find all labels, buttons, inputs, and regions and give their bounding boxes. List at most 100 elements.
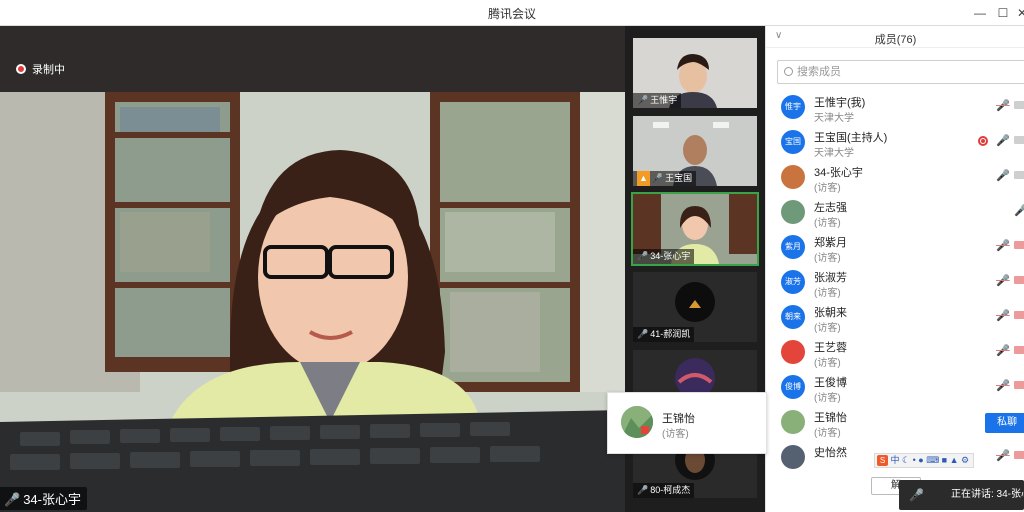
mic-muted-icon[interactable]: 🎤 [996, 239, 1010, 252]
member-hover-card: 王锦怡 (访客) [607, 392, 767, 454]
member-row[interactable]: 俊博 王俊博 (访客) 🎤 [766, 370, 1024, 405]
member-name: 34-张心宇 [814, 167, 863, 179]
member-org: (访客) [814, 288, 841, 299]
video-thumbnail-active[interactable]: 🎤 34-张心宇 [631, 192, 759, 266]
member-avatar: 朝来 [781, 305, 805, 329]
member-org: (访客) [814, 253, 841, 264]
member-name: 王宝国(主持人) [814, 132, 888, 144]
member-row[interactable]: 左志强 (访客) 🎤 [766, 195, 1024, 230]
video-thumbnail[interactable]: 🎤 41-郝润凯 [633, 272, 757, 342]
main-video[interactable]: 录制中 🎤 34-张心宇 [0, 26, 625, 512]
video-thumbnail[interactable]: 🎤 王惟宇 [633, 38, 757, 108]
recording-label: 录制中 [32, 64, 65, 76]
ime-toolbar[interactable]: S 中 ☾ • ● ⌨ ■ ▲ ⚙ [874, 453, 974, 468]
thumbnail-name: 34-张心宇 [650, 251, 691, 261]
member-avatar [781, 165, 805, 189]
speaker-name-tag: 🎤 34-张心宇 [0, 487, 87, 510]
mic-muted-icon[interactable]: 🎤 [996, 99, 1010, 112]
recording-indicator: 录制中 [16, 61, 65, 77]
hover-card-name: 王锦怡 [662, 413, 695, 425]
camera-off-icon[interactable] [1014, 346, 1024, 354]
members-title: 成员(76) [874, 34, 917, 46]
mic-on-icon: 🎤 [637, 251, 649, 261]
camera-off-icon[interactable] [1014, 241, 1024, 249]
thumbnail-name: 80-柯成杰 [650, 485, 691, 495]
thumbnail-name: 王宝国 [665, 173, 693, 183]
camera-off-icon[interactable] [1014, 276, 1024, 284]
mic-off-icon: 🎤 [637, 95, 649, 105]
camera-icon[interactable] [1014, 101, 1024, 109]
member-row[interactable]: 34-张心宇 (访客) 🎤 [766, 160, 1024, 195]
mic-icon[interactable]: 🎤 [996, 134, 1010, 147]
member-name: 王锦怡 [814, 412, 847, 424]
member-name: 王艺蓉 [814, 342, 847, 354]
member-avatar [781, 200, 805, 224]
member-org: 天津大学 [814, 113, 854, 124]
speaking-indicator: 🎤 正在讲话: 34-张心 [899, 480, 1024, 510]
recording-icon [978, 136, 988, 146]
member-row[interactable]: 宝国 王宝国(主持人) 天津大学 🎤 [766, 125, 1024, 160]
mic-muted-icon[interactable]: 🎤 [996, 344, 1010, 357]
thumbnail-label: ▲ 🎤 王宝国 [633, 171, 697, 186]
member-name: 郑紫月 [814, 237, 847, 249]
member-org: 天津大学 [814, 148, 854, 159]
member-org: (访客) [814, 428, 841, 439]
thumbnail-label: 🎤 王惟宇 [633, 93, 682, 108]
mic-muted-icon[interactable]: 🎤 [996, 274, 1010, 287]
member-row[interactable]: 紫月 郑紫月 (访客) 🎤 [766, 230, 1024, 265]
member-org: (访客) [814, 218, 841, 229]
mic-off-icon: 🎤 [637, 485, 649, 495]
thumbnail-name: 王惟宇 [650, 95, 678, 105]
search-icon [784, 67, 793, 76]
search-placeholder: 搜索成员 [797, 66, 841, 78]
record-icon [16, 64, 26, 74]
thumbnail-label: 🎤 34-张心宇 [633, 249, 695, 264]
minimize-icon[interactable]: — [970, 3, 990, 23]
member-row[interactable]: 朝来 张朝来 (访客) 🎤 [766, 300, 1024, 335]
thumbnail-label: 🎤 80-柯成杰 [633, 483, 695, 498]
title-bar: 腾讯会议 — ☐ ✕ [0, 0, 1024, 26]
close-icon[interactable]: ✕ [1012, 3, 1024, 23]
camera-icon[interactable] [1014, 171, 1024, 179]
member-avatar [781, 410, 805, 434]
thumbnail-label: 🎤 41-郝润凯 [633, 327, 695, 342]
member-search-input[interactable]: 搜索成员 [777, 60, 1024, 84]
camera-off-icon[interactable] [1014, 451, 1024, 459]
maximize-icon[interactable]: ☐ [993, 3, 1013, 23]
member-row[interactable]: 淑芳 张淑芳 (访客) 🎤 [766, 265, 1024, 300]
member-row[interactable]: 王艺蓉 (访客) 🎤 [766, 335, 1024, 370]
members-header: ∨ 成员(76) [766, 26, 1024, 48]
mic-on-icon: 🎤 [651, 173, 664, 183]
mic-muted-icon[interactable]: 🎤 [996, 309, 1010, 322]
mic-muted-icon[interactable]: 🎤 [996, 379, 1010, 392]
member-org: (访客) [814, 183, 841, 194]
ime-mode: 中 [890, 455, 900, 465]
member-name: 史怡然 [814, 447, 847, 459]
host-icon: ▲ [637, 171, 650, 186]
camera-off-icon[interactable] [1014, 381, 1024, 389]
member-org: (访客) [814, 393, 841, 404]
video-thumbnail[interactable]: ▲ 🎤 王宝国 [633, 116, 757, 186]
member-org: (访客) [814, 358, 841, 369]
speaker-name: 34-张心宇 [23, 492, 81, 507]
member-name: 张淑芳 [814, 272, 847, 284]
private-chat-button[interactable]: 私聊 [985, 413, 1024, 433]
member-avatar: 淑芳 [781, 270, 805, 294]
thumbnail-name: 41-郝润凯 [650, 329, 691, 339]
sogou-icon: S [877, 455, 888, 466]
member-avatar: 俊博 [781, 375, 805, 399]
mic-on-icon: 🎤 [4, 492, 21, 507]
meeting-window: 腾讯会议 — ☐ ✕ 录制中 🎤 34-张心宇 🎤 王惟宇 ▲ 🎤 王宝国 🎤 … [0, 0, 1024, 512]
camera-off-icon[interactable] [1014, 311, 1024, 319]
hover-card-avatar [621, 406, 653, 438]
mic-speaking-icon[interactable]: 🎤 [996, 169, 1010, 182]
member-row[interactable]: 惟宇 王惟宇(我) 天津大学 🎤 [766, 90, 1024, 125]
mic-icon[interactable]: 🎤 [1014, 204, 1024, 217]
member-avatar: 宝国 [781, 130, 805, 154]
speaker-video-frame [0, 92, 625, 512]
mic-muted-icon[interactable]: 🎤 [996, 449, 1010, 462]
camera-icon[interactable] [1014, 136, 1024, 144]
member-name: 张朝来 [814, 307, 847, 319]
member-avatar [781, 340, 805, 364]
hover-card-sub: (访客) [662, 429, 689, 440]
